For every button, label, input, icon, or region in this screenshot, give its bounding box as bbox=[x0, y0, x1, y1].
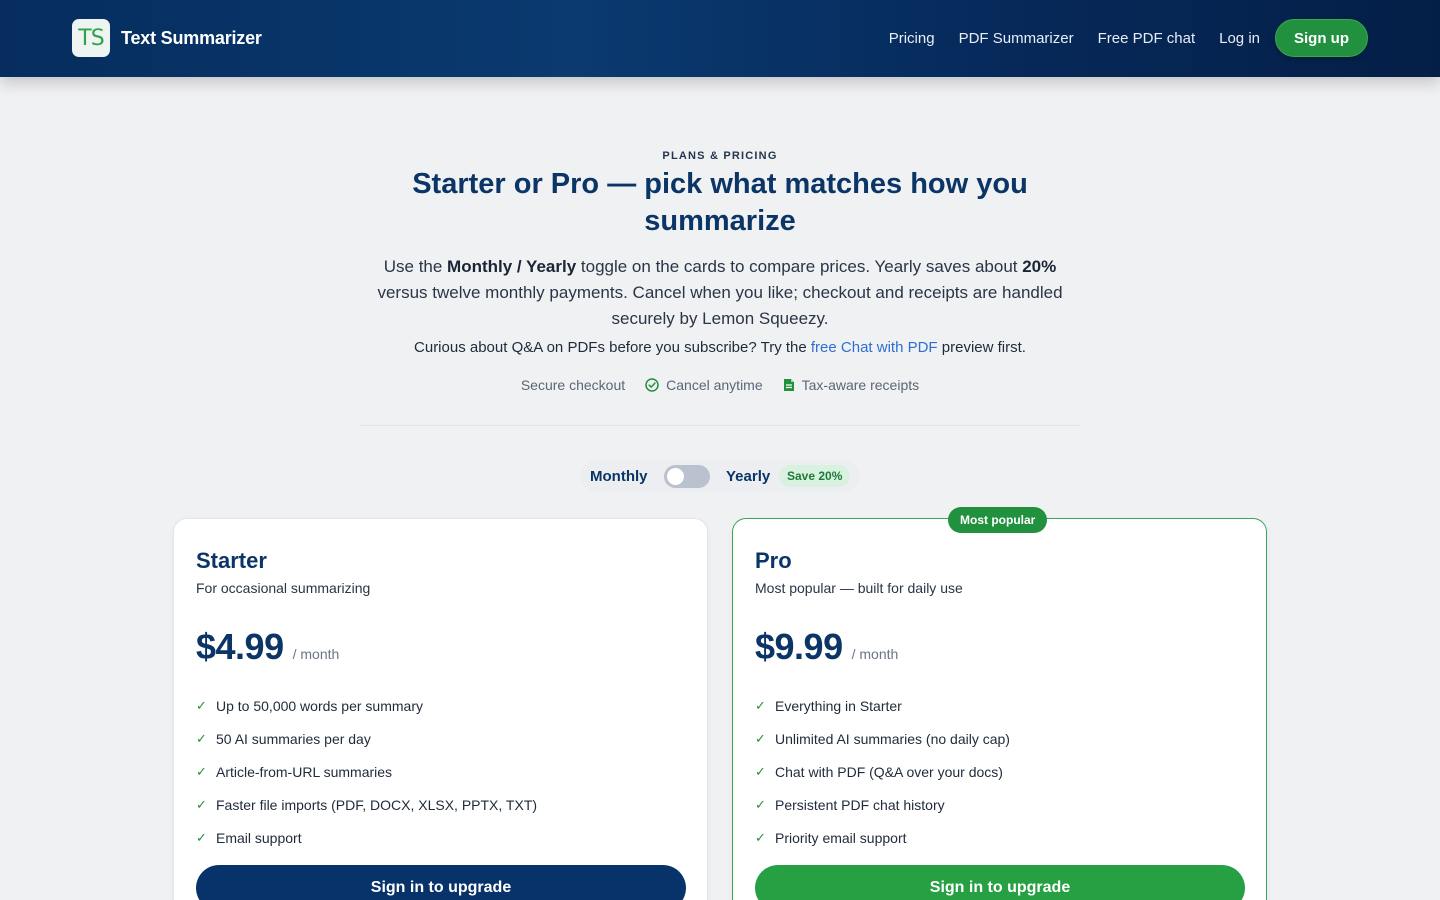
app-logo: TS bbox=[72, 19, 110, 57]
trust-label: Tax-aware receipts bbox=[801, 377, 920, 393]
chat-pdf-promo: Curious about Q&A on PDFs before you sub… bbox=[0, 339, 1440, 356]
checkmark-icon: ✓ bbox=[755, 730, 766, 746]
feature-text: Email support bbox=[216, 829, 302, 846]
save-badge: Save 20% bbox=[779, 465, 851, 487]
price-period: / month bbox=[292, 646, 340, 662]
feature-text: Chat with PDF (Q&A over your docs) bbox=[775, 763, 1003, 780]
feature-item: ✓ Unlimited AI summaries (no daily cap) bbox=[755, 722, 1010, 755]
feature-item: ✓ Priority email support bbox=[755, 821, 1010, 854]
nav-link-log-in[interactable]: Log in bbox=[1219, 30, 1260, 47]
free-chat-pdf-link[interactable]: free Chat with PDF bbox=[811, 339, 938, 356]
pro-upgrade-button[interactable]: Sign in to upgrade bbox=[755, 865, 1245, 900]
most-popular-badge: Most popular bbox=[948, 507, 1048, 533]
feature-item: ✓ 50 AI summaries per day bbox=[196, 722, 537, 755]
check-circle-icon bbox=[645, 378, 659, 392]
switch-knob bbox=[667, 468, 684, 485]
trust-secure-checkout: Secure checkout bbox=[521, 377, 625, 393]
billing-toggle: Monthly Yearly Save 20% bbox=[580, 459, 860, 493]
top-navigation-bar: TS Text Summarizer Pricing PDF Summarize… bbox=[0, 0, 1440, 77]
starter-upgrade-button[interactable]: Sign in to upgrade bbox=[196, 865, 686, 900]
nav-link-free-pdf-chat[interactable]: Free PDF chat bbox=[1098, 30, 1196, 47]
yearly-label[interactable]: Yearly bbox=[726, 468, 770, 485]
trust-badges: Secure checkout Cancel anytime Tax-aware… bbox=[0, 377, 1440, 393]
price-row: $9.99 / month bbox=[755, 626, 898, 668]
plan-subtitle: For occasional summarizing bbox=[196, 580, 371, 596]
trust-cancel-anytime: Cancel anytime bbox=[645, 377, 763, 393]
feature-list: ✓ Everything in Starter ✓ Unlimited AI sum… bbox=[755, 689, 1010, 854]
eyebrow-label: PLANS & PRICING bbox=[662, 150, 778, 162]
checkmark-icon: ✓ bbox=[755, 697, 766, 713]
feature-list: ✓ Up to 50,000 words per summary ✓ 50 AI s… bbox=[196, 689, 537, 854]
checkmark-icon: ✓ bbox=[755, 829, 766, 845]
feature-text: 50 AI summaries per day bbox=[216, 730, 371, 747]
main-nav: Pricing PDF Summarizer Free PDF chat Log… bbox=[889, 19, 1368, 57]
lead-bold-toggle: Monthly / Yearly bbox=[447, 257, 577, 276]
document-icon bbox=[783, 379, 794, 391]
feature-item: ✓ Up to 50,000 words per summary bbox=[196, 689, 537, 722]
plan-name: Starter bbox=[196, 548, 267, 573]
checkmark-icon: ✓ bbox=[196, 829, 207, 845]
pricing-intro: PLANS & PRICING Starter or Pro — pick wh… bbox=[0, 150, 1440, 393]
feature-item: ✓ Article-from-URL summaries bbox=[196, 755, 537, 788]
plan-price: $9.99 bbox=[755, 626, 843, 667]
checkmark-icon: ✓ bbox=[755, 796, 766, 812]
monthly-label[interactable]: Monthly bbox=[590, 468, 648, 485]
trust-label: Cancel anytime bbox=[666, 377, 763, 393]
feature-text: Up to 50,000 words per summary bbox=[216, 697, 423, 714]
nav-link-pdf-summarizer[interactable]: PDF Summarizer bbox=[959, 30, 1074, 47]
checkmark-icon: ✓ bbox=[755, 763, 766, 779]
feature-item: ✓ Everything in Starter bbox=[755, 689, 1010, 722]
nav-link-pricing[interactable]: Pricing bbox=[889, 30, 935, 47]
lead-bold-percent: 20% bbox=[1022, 257, 1057, 276]
plan-card-starter: Starter For occasional summarizing $4.99… bbox=[173, 518, 708, 900]
feature-item: ✓ Faster file imports (PDF, DOCX, XLSX, P… bbox=[196, 788, 537, 821]
feature-text: Faster file imports (PDF, DOCX, XLSX, PP… bbox=[216, 796, 538, 813]
page-title: Starter or Pro — pick what matches how y… bbox=[412, 168, 1028, 237]
feature-text: Persistent PDF chat history bbox=[775, 796, 945, 813]
billing-period-switch[interactable] bbox=[664, 465, 710, 488]
promo-text-1: Curious about Q&A on PDFs before you sub… bbox=[414, 339, 811, 356]
plan-subtitle: Most popular — built for daily use bbox=[755, 580, 963, 596]
feature-text: Priority email support bbox=[775, 829, 907, 846]
checkmark-icon: ✓ bbox=[196, 697, 207, 713]
plan-price: $4.99 bbox=[196, 626, 284, 667]
checkmark-icon: ✓ bbox=[196, 796, 207, 812]
feature-text: Article-from-URL summaries bbox=[216, 763, 393, 780]
feature-text: Unlimited AI summaries (no daily cap) bbox=[775, 730, 1010, 747]
intro-paragraph: Use the Monthly / Yearly toggle on the c… bbox=[370, 254, 1070, 332]
checkmark-icon: ✓ bbox=[196, 730, 207, 746]
brand[interactable]: TS Text Summarizer bbox=[72, 19, 262, 57]
plan-card-pro: Most popular Pro Most popular — built fo… bbox=[732, 507, 1267, 900]
feature-text: Everything in Starter bbox=[775, 697, 902, 714]
promo-text-2: preview first. bbox=[937, 339, 1026, 356]
app-name: Text Summarizer bbox=[121, 27, 262, 48]
feature-item: ✓ Email support bbox=[196, 821, 537, 854]
trust-label: Secure checkout bbox=[520, 377, 626, 393]
price-period: / month bbox=[851, 646, 899, 662]
lead-text-1: Use the bbox=[383, 257, 448, 276]
feature-item: ✓ Persistent PDF chat history bbox=[755, 788, 1010, 821]
plan-name: Pro bbox=[755, 548, 792, 573]
section-divider bbox=[360, 425, 1080, 426]
sign-up-button[interactable]: Sign up bbox=[1275, 19, 1368, 57]
trust-tax-receipts: Tax-aware receipts bbox=[783, 377, 920, 393]
lead-text-3: versus twelve monthly payments. Cancel w… bbox=[377, 283, 1063, 328]
price-row: $4.99 / month bbox=[196, 626, 339, 668]
checkmark-icon: ✓ bbox=[196, 763, 207, 779]
lead-text-2: toggle on the cards to compare prices. Y… bbox=[576, 257, 1023, 276]
feature-item: ✓ Chat with PDF (Q&A over your docs) bbox=[755, 755, 1010, 788]
